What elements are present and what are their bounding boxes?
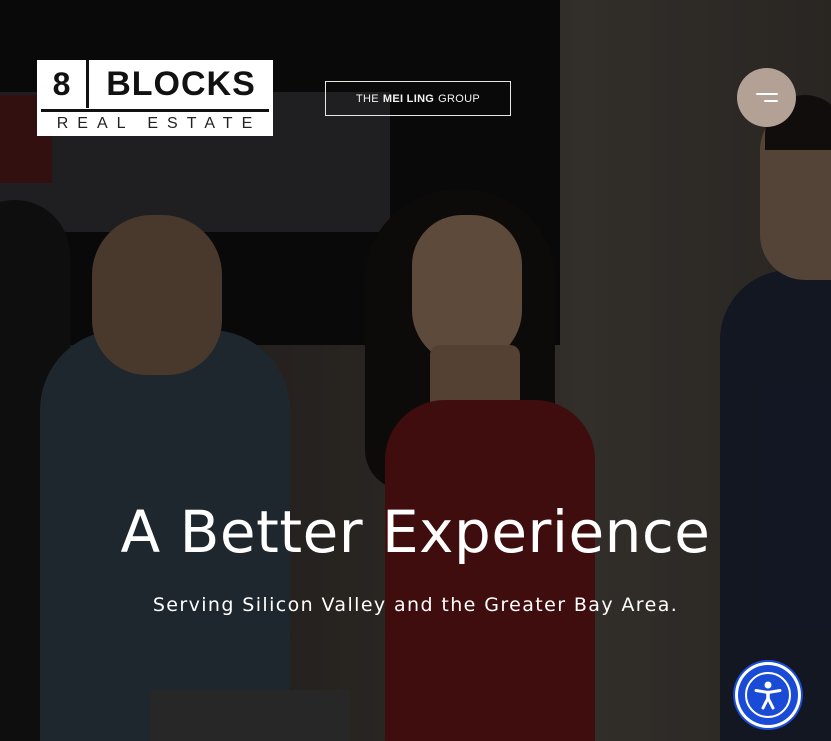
- hero-subheadline: Serving Silicon Valley and the Greater B…: [152, 594, 679, 616]
- group-logo-suffix: GROUP: [438, 92, 481, 105]
- group-logo[interactable]: THE MEI LING GROUP: [325, 81, 511, 116]
- group-logo-name: MEI LING: [382, 92, 435, 105]
- menu-button[interactable]: [737, 68, 796, 127]
- logo-number: 8: [37, 60, 89, 108]
- accessibility-button[interactable]: [738, 665, 798, 725]
- hamburger-icon: [755, 92, 778, 103]
- group-logo-prefix: THE: [355, 92, 379, 105]
- logo-wordmark: BLOCKS: [106, 64, 256, 103]
- hero-headline: A Better Experience: [120, 498, 711, 566]
- accessibility-icon: [745, 672, 791, 718]
- logo-subtitle: REAL ESTATE: [56, 115, 262, 132]
- brand-logo[interactable]: 8 BLOCKS REAL ESTATE: [37, 60, 273, 136]
